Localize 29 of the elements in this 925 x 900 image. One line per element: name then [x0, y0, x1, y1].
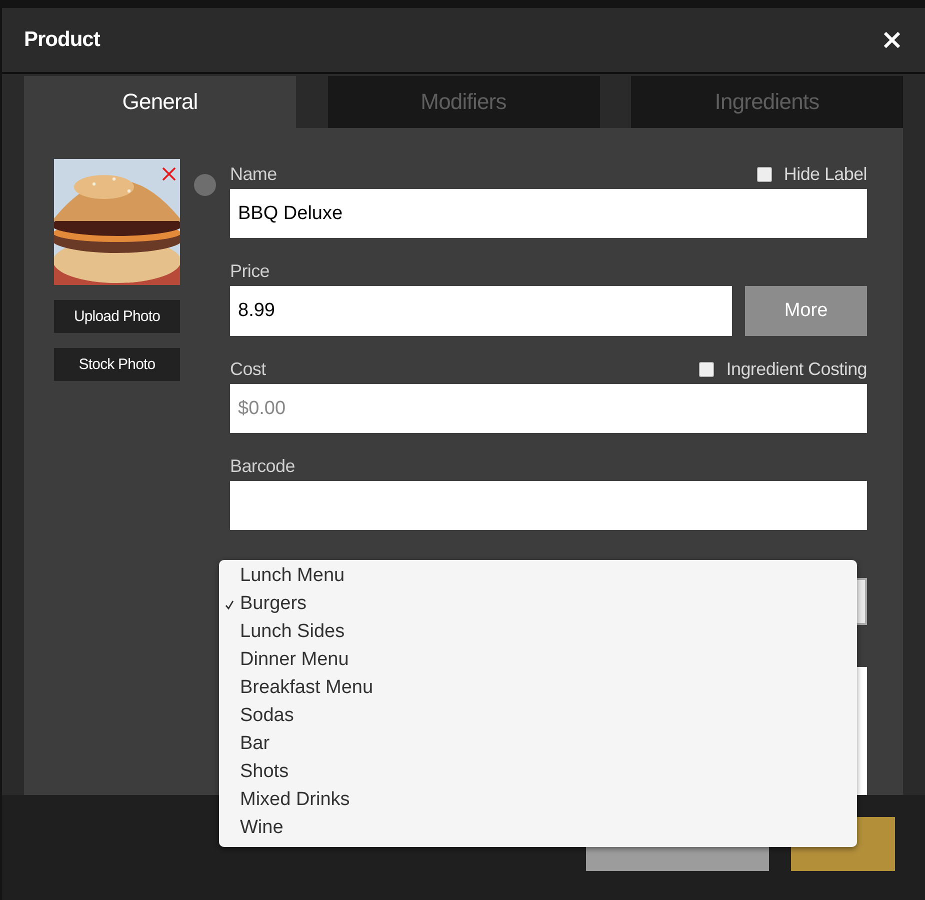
- input-field[interactable]: [230, 481, 867, 530]
- menu-item[interactable]: Shots: [219, 758, 857, 786]
- checkbox-label: Ingredient Costing: [726, 358, 867, 380]
- field-label: Price: [230, 260, 270, 282]
- menu-item[interactable]: Sodas: [219, 702, 857, 730]
- checkbox[interactable]: [699, 362, 714, 376]
- remove-icon[interactable]: [162, 167, 176, 181]
- field-label: Name: [230, 164, 277, 184]
- window-title: Product: [24, 28, 100, 52]
- menu-item[interactable]: Wine: [219, 814, 857, 842]
- field-label: Barcode: [230, 456, 295, 476]
- close-icon[interactable]: [883, 31, 901, 49]
- checkbox-label: Hide Label: [784, 164, 867, 184]
- checkbox[interactable]: [756, 166, 772, 182]
- menu-item[interactable]: Bar: [219, 730, 857, 758]
- input-field[interactable]: $0.00: [230, 384, 867, 433]
- tab[interactable]: General: [24, 76, 296, 128]
- status-dot-icon: [194, 174, 216, 196]
- menu-item[interactable]: Lunch Menu: [219, 562, 857, 590]
- menu-item[interactable]: Breakfast Menu: [219, 674, 857, 702]
- menu-item[interactable]: Dinner Menu: [219, 646, 857, 674]
- input-field[interactable]: BBQ Deluxe: [230, 189, 867, 238]
- menu-item[interactable]: Lunch Sides: [219, 618, 857, 646]
- field-label: Cost: [230, 358, 266, 380]
- photo-button[interactable]: Upload Photo: [54, 300, 180, 333]
- input-field[interactable]: 8.99: [230, 286, 732, 336]
- menu-item[interactable]: Burgers: [219, 590, 857, 618]
- photo-button[interactable]: Stock Photo: [54, 348, 180, 381]
- menu-item[interactable]: Mixed Drinks: [219, 786, 857, 814]
